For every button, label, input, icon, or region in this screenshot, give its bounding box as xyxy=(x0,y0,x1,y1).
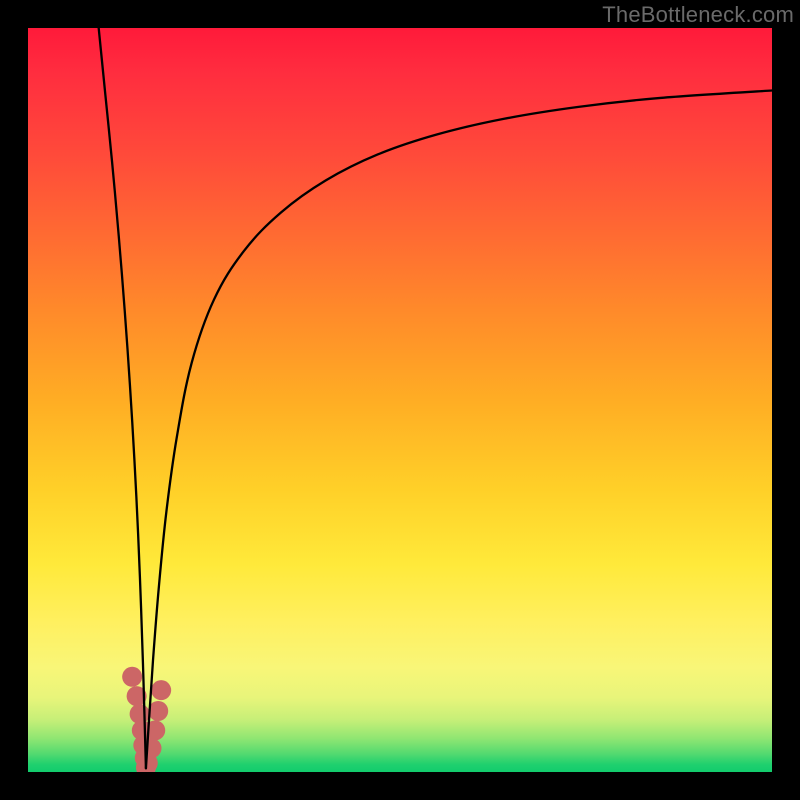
watermark-text: TheBottleneck.com xyxy=(602,2,794,28)
plot-area xyxy=(28,28,772,772)
chart-frame: TheBottleneck.com xyxy=(0,0,800,800)
left-branch-curve xyxy=(99,28,146,768)
curves-svg xyxy=(28,28,772,772)
marker-dot xyxy=(122,667,142,687)
marker-dot xyxy=(151,680,171,700)
right-branch-curve xyxy=(146,90,772,768)
